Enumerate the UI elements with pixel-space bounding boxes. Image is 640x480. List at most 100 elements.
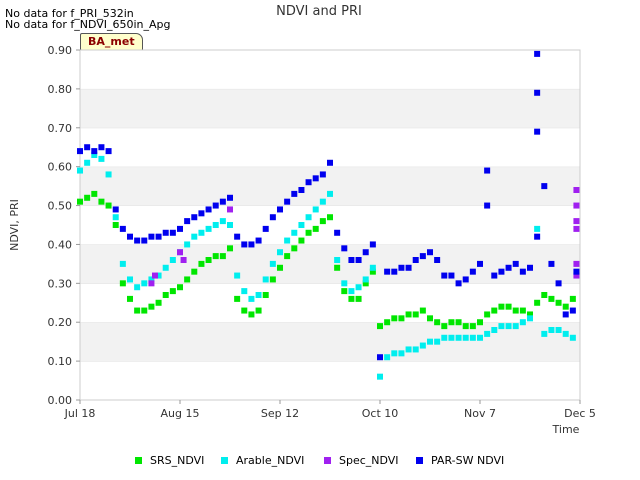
point-arable-ndvi <box>434 338 441 345</box>
point-par-sw-ndvi <box>212 202 219 209</box>
point-arable-ndvi <box>491 327 498 333</box>
point-srs-ndvi <box>148 303 155 310</box>
y-tick-label: 0.50 <box>48 200 73 213</box>
y-tick-label: 0.90 <box>48 44 73 57</box>
point-srs-ndvi <box>498 303 505 310</box>
point-par-sw-ndvi <box>573 268 580 275</box>
point-par-sw-ndvi <box>177 225 183 232</box>
point-arable-ndvi <box>327 190 333 197</box>
point-par-sw-ndvi <box>512 260 519 267</box>
point-spec-ndvi <box>180 257 187 263</box>
x-tick-label: Aug 15 <box>161 407 200 420</box>
point-srs-ndvi <box>505 303 512 310</box>
point-srs-ndvi <box>355 295 362 302</box>
point-arable-ndvi <box>469 334 476 341</box>
point-par-sw-ndvi <box>227 194 233 201</box>
point-srs-ndvi <box>419 307 426 314</box>
grid-band <box>80 205 580 245</box>
point-par-sw-ndvi <box>455 280 462 287</box>
point-arable-ndvi <box>398 350 405 357</box>
point-spec-ndvi <box>148 280 155 287</box>
point-spec-ndvi <box>152 272 158 279</box>
point-par-sw-ndvi <box>262 225 269 232</box>
point-par-sw-ndvi <box>469 268 476 275</box>
point-arable-ndvi <box>455 334 462 341</box>
point-par-sw-ndvi <box>412 257 419 263</box>
point-par-sw-ndvi <box>155 233 162 240</box>
point-srs-ndvi <box>319 218 326 225</box>
point-srs-ndvi <box>341 288 348 295</box>
legend-label-srs-ndvi: SRS_NDVI <box>150 454 204 467</box>
point-spec-ndvi <box>573 260 580 267</box>
point-arable-ndvi <box>334 257 341 263</box>
point-arable-ndvi <box>369 264 376 271</box>
point-arable-ndvi <box>519 319 526 326</box>
point-par-sw-ndvi <box>119 225 126 232</box>
point-arable-ndvi <box>262 276 269 283</box>
point-srs-ndvi <box>312 225 319 232</box>
point-srs-ndvi <box>191 268 198 275</box>
point-par-sw-ndvi <box>484 167 491 174</box>
point-par-sw-ndvi <box>534 50 541 57</box>
point-par-sw-ndvi <box>98 144 105 151</box>
point-srs-ndvi <box>469 323 476 330</box>
point-arable-ndvi <box>405 346 412 353</box>
point-arable-ndvi <box>284 237 291 244</box>
point-par-sw-ndvi <box>341 245 348 252</box>
point-par-sw-ndvi <box>398 264 405 271</box>
point-par-sw-ndvi <box>169 229 176 236</box>
point-par-sw-ndvi <box>534 89 541 96</box>
point-par-sw-ndvi <box>219 198 226 205</box>
point-par-sw-ndvi <box>77 148 83 155</box>
point-srs-ndvi <box>77 198 83 205</box>
point-par-sw-ndvi <box>405 264 412 271</box>
y-tick-label: 0.40 <box>48 238 73 251</box>
point-arable-ndvi <box>277 249 283 256</box>
grid-bands <box>80 49 580 400</box>
point-par-sw-ndvi <box>534 233 541 240</box>
point-srs-ndvi <box>548 295 555 302</box>
legend-swatch-arable-ndvi <box>221 457 228 464</box>
point-par-sw-ndvi <box>319 171 326 178</box>
point-srs-ndvi <box>177 284 183 291</box>
point-srs-ndvi <box>262 292 269 298</box>
x-axis-label: Time <box>552 423 580 436</box>
point-par-sw-ndvi <box>369 241 376 248</box>
point-arable-ndvi <box>541 330 548 337</box>
point-srs-ndvi <box>555 299 562 306</box>
x-axis-ticks: Jul 18 Aug 15 Sep 12 Oct 10 Nov 7 Dec 5 <box>64 400 596 420</box>
legend-label-arable-ndvi: Arable_NDVI <box>236 454 304 467</box>
point-par-sw-ndvi <box>305 179 312 186</box>
y-axis-ticks: 0.00 0.10 0.20 0.30 0.40 0.50 0.60 0.70 0.80 0.90 <box>48 44 80 407</box>
point-par-sw-ndvi <box>448 272 455 279</box>
point-srs-ndvi <box>334 264 341 271</box>
point-arable-ndvi <box>384 354 391 361</box>
point-par-sw-ndvi <box>205 206 212 213</box>
point-par-sw-ndvi <box>198 210 205 217</box>
point-arable-ndvi <box>312 206 319 213</box>
point-arable-ndvi <box>77 167 83 174</box>
legend-swatch-srs-ndvi <box>135 457 142 464</box>
point-srs-ndvi <box>119 280 126 287</box>
y-tick-label: 0.80 <box>48 83 73 96</box>
point-srs-ndvi <box>448 319 455 326</box>
point-srs-ndvi <box>534 299 541 306</box>
point-srs-ndvi <box>377 323 383 330</box>
point-par-sw-ndvi <box>298 187 305 193</box>
point-arable-ndvi <box>362 276 369 283</box>
x-tick-label: Oct 10 <box>362 407 399 420</box>
y-tick-label: 0.20 <box>48 316 73 329</box>
point-arable-ndvi <box>298 222 305 228</box>
y-tick-label: 0.00 <box>48 394 73 407</box>
point-arable-ndvi <box>448 334 455 341</box>
point-srs-ndvi <box>291 245 298 252</box>
point-arable-ndvi <box>291 229 298 236</box>
point-arable-ndvi <box>98 155 105 162</box>
point-par-sw-ndvi <box>391 268 398 275</box>
point-arable-ndvi <box>355 284 362 291</box>
point-arable-ndvi <box>419 342 426 349</box>
point-par-sw-ndvi <box>127 233 133 240</box>
ndvi-pri-chart: NDVI and PRI 0.00 0.10 0.20 0.30 0.40 0.50 0.6… <box>8 4 596 467</box>
point-srs-ndvi <box>427 315 433 322</box>
point-srs-ndvi <box>162 292 169 298</box>
